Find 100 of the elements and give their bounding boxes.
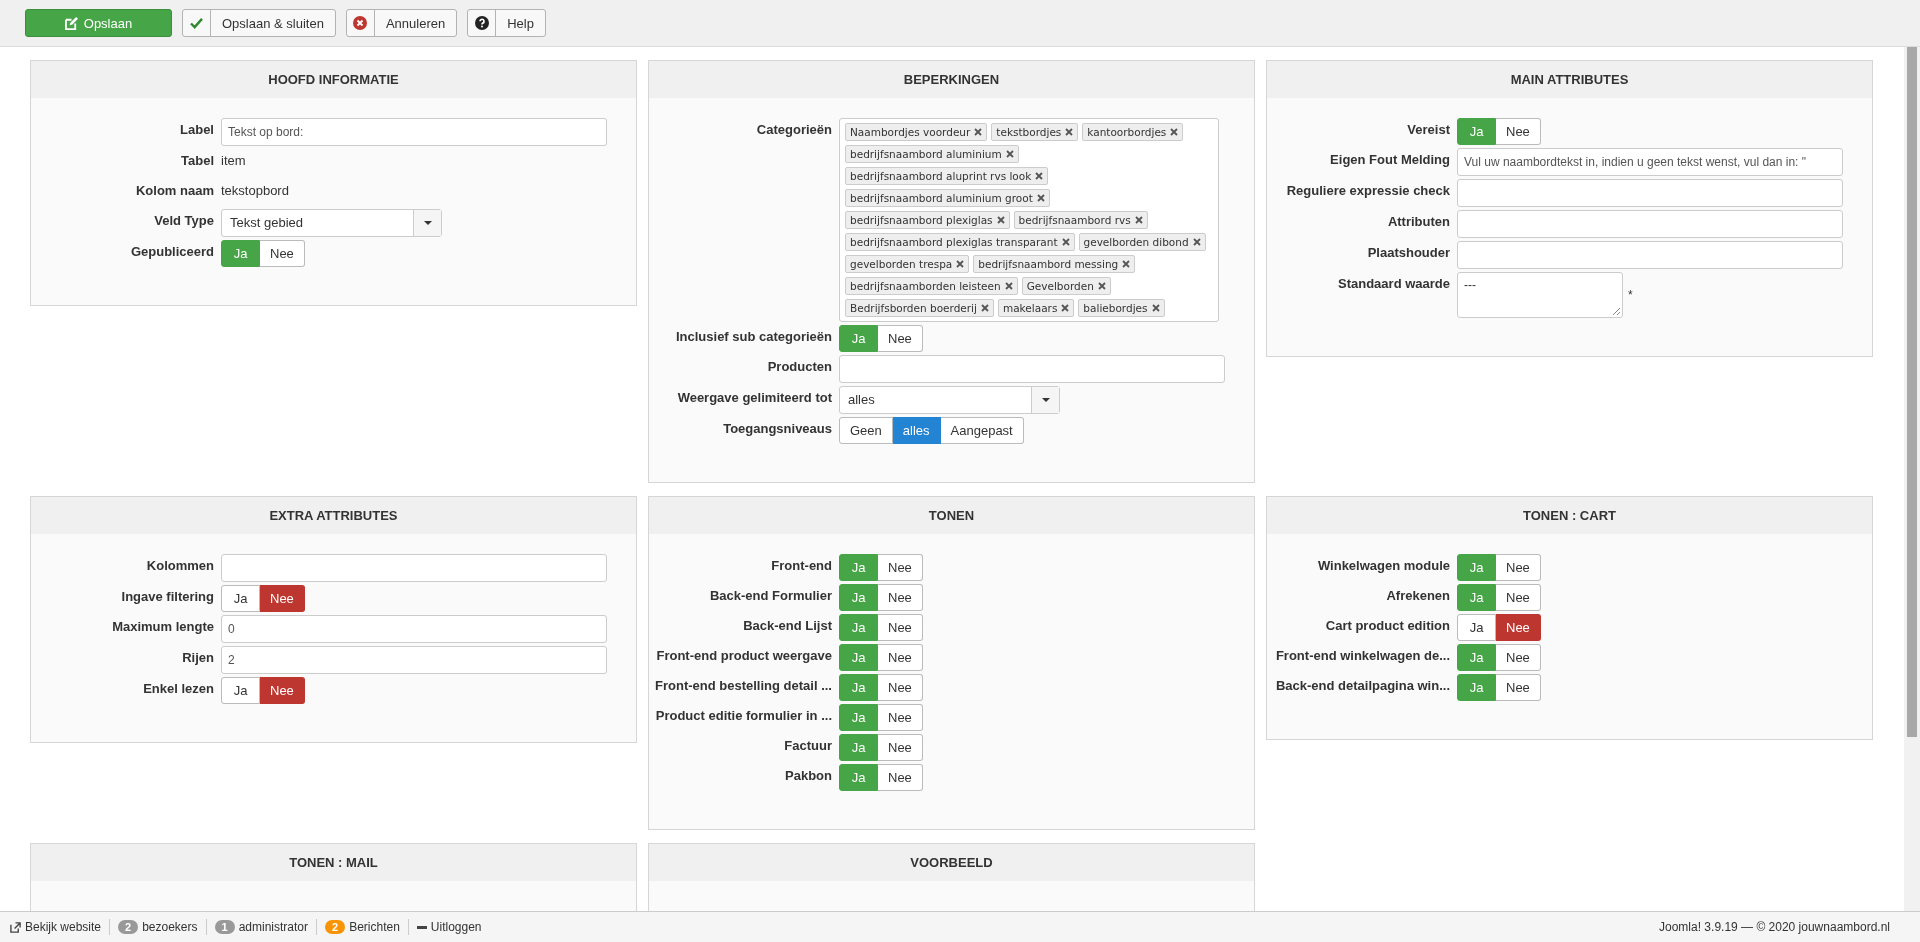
text-field[interactable]: 2	[221, 646, 607, 674]
text-field[interactable]	[221, 554, 607, 582]
field-label: Tabel	[180, 152, 215, 168]
panel-title: TONEN : CART	[1523, 508, 1616, 523]
external-link-icon	[10, 921, 21, 933]
category-tag[interactable]: Naambordjes voordeur	[845, 123, 988, 141]
remove-icon	[1036, 194, 1045, 202]
status-link[interactable]: Uitloggen	[430, 920, 482, 934]
tags-field[interactable]	[839, 118, 1219, 322]
category-tag[interactable]: gevelborden trespa	[845, 255, 970, 273]
toggle-option[interactable]: Geen	[839, 417, 893, 444]
toggle-option[interactable]: Nee	[878, 764, 923, 791]
text-field[interactable]: 0	[221, 615, 607, 643]
resize-grip-icon	[1612, 307, 1620, 315]
toggle-option[interactable]: Aangepast	[940, 417, 1024, 444]
text-field[interactable]: Vul uw naambordtekst in, indien u geen tekst wenst, vul dan in: "	[1457, 148, 1843, 176]
remove-icon	[1151, 304, 1160, 312]
status-link[interactable]: Bekijk website	[25, 920, 102, 934]
text-field[interactable]	[1457, 210, 1843, 238]
cancel-icon	[353, 16, 368, 30]
count-badge: 2	[325, 920, 346, 934]
text-area[interactable]: ---	[1457, 272, 1623, 318]
field-label: Toegangsniveaus	[722, 420, 833, 436]
text-field[interactable]	[1457, 179, 1843, 207]
field-label: Factuur	[783, 737, 833, 753]
category-tag[interactable]: kantoorbordjes	[1082, 123, 1184, 141]
remove-icon	[1097, 282, 1106, 290]
status-link[interactable]: bezoekers	[142, 920, 198, 934]
category-tag[interactable]: bedrijfsnaambord aluminium groot	[845, 189, 1050, 207]
toolbar-button[interactable]: Opslaan & sluiten	[182, 9, 336, 37]
remove-icon	[1005, 150, 1014, 158]
field-label: Pakbon	[784, 767, 833, 783]
toggle-option[interactable]: Nee	[1496, 644, 1541, 671]
toggle-option[interactable]: Nee	[260, 240, 305, 267]
category-tag[interactable]: bedrijfsnaambord messing	[973, 255, 1136, 273]
toggle-option[interactable]: Nee	[878, 584, 923, 611]
category-tag[interactable]: gevelborden dibond	[1078, 233, 1206, 251]
toggle-option[interactable]: Nee	[878, 554, 923, 581]
help-icon	[474, 16, 489, 30]
category-tag[interactable]: bedrijfsnaambord plexiglas transparant	[845, 233, 1075, 251]
scrollbar[interactable]	[1904, 47, 1920, 911]
category-tag[interactable]: tekstbordjes	[991, 123, 1079, 141]
count-badge: 2	[118, 920, 139, 934]
count-badge: 1	[214, 920, 235, 934]
toggle-option[interactable]: Nee	[260, 677, 305, 704]
field-label: Enkel lezen	[142, 680, 215, 696]
text-field[interactable]	[1457, 241, 1843, 269]
required-mark: *	[1628, 288, 1633, 302]
toggle-option[interactable]: Nee	[878, 644, 923, 671]
category-tag[interactable]: bedrijfsnaambord aluprint rvs look	[845, 167, 1049, 185]
toggle-option[interactable]: Ja	[1457, 614, 1496, 641]
toggle-option[interactable]: Nee	[260, 585, 305, 612]
category-tag[interactable]: Gevelborden	[1021, 277, 1111, 295]
category-tag[interactable]: baliebordjes	[1078, 299, 1165, 317]
toggle-option[interactable]: Nee	[878, 704, 923, 731]
field-label: Back-end Lijst	[742, 617, 833, 633]
toggle-option[interactable]: Nee	[1496, 118, 1541, 145]
field-label: Back-end Formulier	[708, 587, 833, 603]
remove-icon	[1170, 128, 1179, 136]
field-label: Kolom naam	[135, 182, 215, 198]
toggle-option[interactable]: Ja	[221, 677, 260, 704]
toggle-option[interactable]: Nee	[878, 614, 923, 641]
category-tag[interactable]: bedrijfsnaambord aluminium	[845, 145, 1019, 163]
field-label: Veld Type	[153, 212, 215, 228]
toggle-option[interactable]: alles	[892, 417, 941, 444]
category-tag[interactable]: makelaars	[997, 299, 1075, 317]
toggle-option[interactable]: Nee	[878, 734, 923, 761]
check-icon	[190, 17, 203, 29]
panel-title: BEPERKINGEN	[903, 72, 1000, 87]
category-tag[interactable]: bedrijfsnaambord rvs	[1013, 211, 1148, 229]
select-field[interactable]: alles	[839, 386, 1060, 414]
toolbar-button[interactable]: Annuleren	[345, 9, 458, 37]
toolbar-button[interactable]: Help	[467, 9, 546, 37]
remove-icon	[1061, 238, 1070, 246]
field-value: item	[221, 152, 246, 168]
field-label: Producten	[766, 358, 833, 374]
text-field[interactable]	[839, 355, 1225, 383]
text-field[interactable]: Tekst op bord:	[221, 118, 607, 146]
status-link[interactable]: administrator	[238, 920, 308, 934]
toggle-option[interactable]: Nee	[878, 674, 923, 701]
footer-text: Joomla! 3.9.19 — © 2020 jouwnaambord.nl	[1659, 920, 1890, 934]
field-label: Ingave filtering	[120, 588, 215, 604]
toggle-option[interactable]: Nee	[1496, 584, 1541, 611]
field-label: Cart product edition	[1324, 617, 1451, 633]
select-field[interactable]: Tekst gebied	[221, 209, 442, 237]
status-link[interactable]: Berichten	[349, 920, 400, 934]
category-tag[interactable]: Bedrijfsborden boerderij	[845, 299, 994, 317]
panel-title: VOORBEELD	[910, 855, 993, 870]
toggle-option[interactable]: Nee	[1496, 554, 1541, 581]
toggle-option[interactable]: Ja	[221, 585, 260, 612]
field-label: Product editie formulier in ...	[654, 707, 833, 723]
toggle-option[interactable]: Nee	[878, 325, 923, 352]
category-tag[interactable]: bedrijfsnaambord plexiglas	[845, 211, 1010, 229]
toggle-option[interactable]: Nee	[1496, 614, 1541, 641]
field-label: Plaatshouder	[1366, 244, 1451, 260]
remove-icon	[956, 260, 965, 268]
toggle-option[interactable]: Nee	[1496, 674, 1541, 701]
category-tag[interactable]: bedrijfsnaamborden leisteen	[845, 277, 1018, 295]
caret-icon	[1041, 398, 1050, 402]
remove-icon	[974, 128, 983, 136]
